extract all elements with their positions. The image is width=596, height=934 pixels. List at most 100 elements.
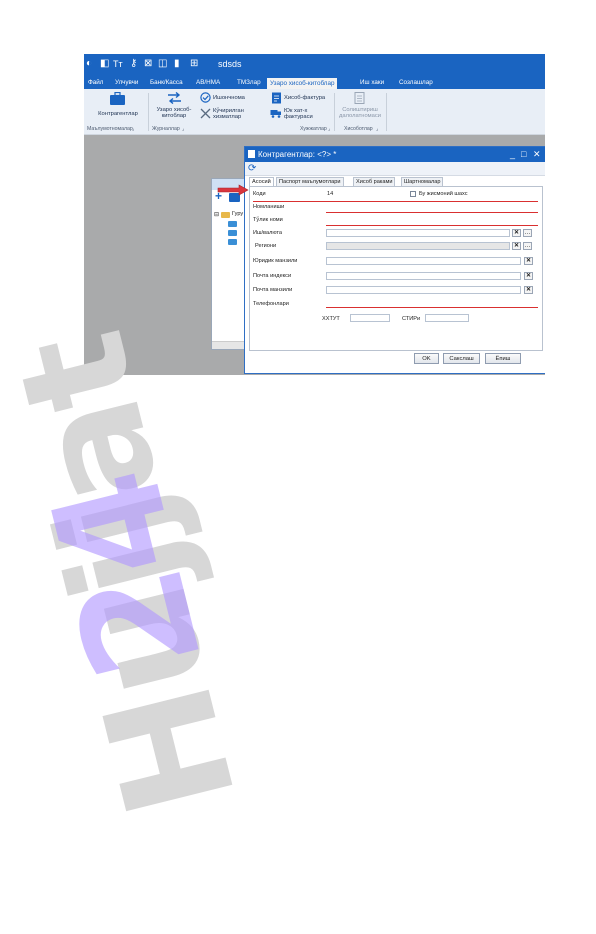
briefcase-icon: [110, 92, 125, 105]
ok-button[interactable]: OK: [414, 353, 439, 364]
report-icon: [354, 92, 365, 104]
annotation-arrow-icon: [217, 184, 249, 196]
oked-label: ХХТУТ: [322, 316, 340, 322]
panel-icon[interactable]: ◧: [100, 58, 109, 70]
divider: [253, 201, 538, 202]
split-icon[interactable]: ◫: [158, 58, 167, 70]
region-input[interactable]: [326, 242, 510, 250]
menu-item-bank-kassa[interactable]: Банк/Касса: [147, 77, 186, 88]
postal-address-label: Почта манзили: [253, 287, 293, 293]
ribbon-separator: [148, 93, 149, 131]
main-tab-panel: Коди 14 Бу жисмоний шахс Номланиши Тўлик…: [249, 186, 543, 351]
name-label: Номланиши: [253, 204, 285, 210]
menu-item-ulchuvchi[interactable]: Улчувчи: [112, 77, 141, 88]
oked-input[interactable]: [350, 314, 390, 322]
menu-item-salary[interactable]: Иш хаки: [357, 77, 387, 88]
inn-input[interactable]: [425, 314, 469, 322]
group-label-references: Маълумотномалар: [87, 126, 133, 132]
menu-item-settings[interactable]: Созлашлар: [396, 77, 436, 88]
document-icon: [248, 150, 255, 158]
menu-bar: Файл Улчувчи Банк/Касса АВ/НМА ТМЗлар Уз…: [84, 75, 545, 89]
required-underline: [326, 307, 538, 308]
truck-icon: [270, 110, 281, 118]
menu-item-av-nma[interactable]: АВ/НМА: [193, 77, 223, 88]
menu-item-mutual-settlements[interactable]: Узаро хисоб-китоблар: [267, 78, 338, 89]
clear-icon[interactable]: ✕: [512, 229, 521, 237]
ribbon: Контрагентлар Узаро хисоб- китоблар Ишон…: [84, 89, 545, 135]
folder-icon[interactable]: [228, 230, 237, 236]
group-label-reports: Хисоботлар: [344, 126, 373, 132]
solishtirma-button-line2[interactable]: далолатномаси: [336, 113, 384, 120]
fullname-input[interactable]: [326, 216, 538, 224]
exchange-arrows-icon: [168, 92, 181, 104]
fullname-label: Тўлик номи: [253, 217, 283, 223]
dialog-title: Контрагентлар: <?> *: [258, 150, 337, 159]
close-button[interactable]: Ёпиш: [485, 353, 521, 364]
code-value[interactable]: 14: [327, 191, 333, 198]
code-label: Коди: [253, 191, 266, 197]
group-expand-icon[interactable]: ⌟: [132, 126, 134, 132]
yuk-xat-button-line2[interactable]: фактураси: [284, 114, 313, 121]
region-label: Региони: [255, 243, 277, 249]
group-label-journals: Журналлар: [152, 126, 180, 132]
folder-icon: [221, 212, 230, 218]
ribbon-separator: [386, 93, 387, 131]
clear-icon[interactable]: ✕: [524, 257, 533, 265]
phones-label: Телефонлари: [253, 301, 289, 307]
close-icon[interactable]: ✕: [533, 148, 541, 160]
group-expand-icon[interactable]: ⌟: [376, 126, 378, 132]
required-underline: [326, 212, 538, 213]
minimize-icon[interactable]: _: [510, 148, 515, 160]
refresh-icon[interactable]: ⟳: [248, 162, 256, 175]
collapse-icon[interactable]: ⊟: [214, 211, 219, 218]
clear-icon[interactable]: ✕: [512, 242, 521, 250]
name-input[interactable]: [326, 203, 538, 211]
clear-icon[interactable]: ✕: [524, 286, 533, 294]
invoice-icon: [272, 92, 281, 104]
postal-address-input[interactable]: [326, 286, 521, 294]
menu-item-file[interactable]: Файл: [85, 77, 106, 88]
tree-root-label[interactable]: Гуру: [232, 211, 243, 217]
maximize-icon[interactable]: □: [521, 148, 526, 160]
tools-icon: [200, 108, 211, 119]
box-icon[interactable]: ⊠: [144, 58, 152, 70]
group-label-documents: Хужжатлар: [300, 126, 327, 132]
app-title: sdsds: [218, 59, 242, 69]
required-underline: [326, 225, 538, 226]
horizontal-scrollbar[interactable]: [212, 341, 248, 349]
clear-icon[interactable]: ✕: [524, 272, 533, 280]
inn-label: СТИРи: [402, 316, 421, 322]
xisob-faktura-button[interactable]: Хисоб-фактура: [284, 95, 325, 102]
legal-address-label: Юридик манзили: [253, 258, 298, 264]
individual-checkbox[interactable]: [410, 191, 416, 197]
dialog-tabs: Асосий Паспорт маълумотлари Хисоб раками…: [249, 177, 545, 187]
individual-label: Бу жисмоний шахс: [419, 191, 468, 197]
grid-icon[interactable]: ⊞: [190, 58, 198, 70]
postal-index-input[interactable]: [326, 272, 521, 280]
ishonchnoma-button[interactable]: Ишончнома: [213, 95, 245, 102]
group-expand-icon[interactable]: ⌟: [328, 126, 330, 132]
folder-icon[interactable]: [228, 221, 237, 227]
currency-label: Иш/валюта: [253, 230, 283, 236]
kuchirilgan-button-line2[interactable]: хизматлар: [213, 114, 241, 121]
app-logo-icon[interactable]: ◐: [86, 58, 92, 70]
menu-item-tmz[interactable]: ТМЗлар: [234, 77, 264, 88]
dialog-toolbar: ⟳: [245, 162, 545, 176]
ribbon-separator: [334, 93, 335, 131]
key-icon[interactable]: ⚷: [130, 58, 137, 70]
currency-input[interactable]: [326, 229, 510, 237]
dialog-title-bar: Контрагентлар: <?> * _ □ ✕: [245, 147, 545, 162]
uzaro-button-line2[interactable]: китоблар: [148, 113, 200, 120]
kontragent-dialog: Контрагентлар: <?> * _ □ ✕ ⟳ Асосий Пасп…: [244, 146, 545, 374]
font-icon[interactable]: Tт: [113, 58, 123, 70]
group-expand-icon[interactable]: ⌟: [182, 126, 184, 132]
save-button[interactable]: Сакслаш: [443, 353, 480, 364]
folder-icon[interactable]: [228, 239, 237, 245]
postal-index-label: Почта индекси: [253, 273, 292, 279]
more-button[interactable]: …: [523, 242, 532, 250]
kontragentlar-button[interactable]: Контрагентлар: [90, 111, 146, 118]
more-button[interactable]: …: [523, 229, 532, 237]
checkmark-circle-icon: [200, 92, 211, 103]
book-icon[interactable]: ▮: [174, 58, 180, 70]
legal-address-input[interactable]: [326, 257, 521, 265]
